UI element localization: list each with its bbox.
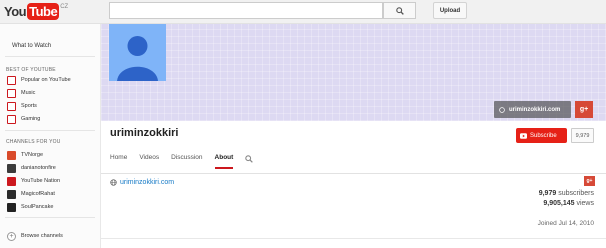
sidebar-divider: [5, 56, 95, 57]
tab-home[interactable]: Home: [110, 154, 127, 167]
globe-icon: [499, 106, 505, 113]
sidebar-channel-tvnorge[interactable]: TVNorge: [7, 150, 43, 160]
views-value: 9,905,145: [543, 200, 575, 207]
page: You Tube CZ Upload What to Watch BEST OF…: [0, 0, 606, 248]
tab-discussion[interactable]: Discussion: [171, 154, 202, 167]
youtube-logo[interactable]: You Tube CZ: [4, 3, 68, 20]
sidebar-item-label: Gaming: [21, 116, 41, 122]
views-label: views: [576, 200, 594, 207]
channel-avatar: [7, 189, 16, 199]
channel-avatar: [7, 176, 16, 186]
sidebar-item-gaming[interactable]: Gaming: [7, 114, 40, 124]
sidebar-divider: [5, 130, 95, 131]
channel-tabs: Home Videos Discussion About: [110, 154, 254, 169]
sidebar-item-popular[interactable]: Popular on YouTube: [7, 75, 71, 85]
channel-avatar: [7, 163, 16, 173]
channel-avatar: [7, 150, 16, 160]
channel-title[interactable]: uriminzokkiri: [110, 127, 178, 139]
sidebar-item-label: TVNorge: [21, 152, 44, 158]
subscriber-count-badge: 9,979: [571, 128, 594, 143]
subscribe-button[interactable]: Subscribe: [516, 128, 567, 143]
youtube-play-icon: [520, 132, 527, 139]
sidebar-item-label: danianotonfire: [21, 165, 56, 171]
sidebar-item-label: YouTube Nation: [21, 178, 61, 184]
logo-country-code: CZ: [60, 4, 69, 10]
search-input[interactable]: [109, 2, 383, 19]
subscribers-stat: 9,979 subscribers: [539, 190, 594, 197]
search-icon: [395, 6, 404, 15]
sidebar-item-label: Music: [21, 90, 36, 96]
channel-avatar[interactable]: [109, 24, 166, 81]
plus-circle-icon: +: [7, 231, 16, 241]
subscribers-label: subscribers: [558, 190, 594, 197]
sidebar-item-label: MagicofRahat: [21, 191, 55, 197]
sidebar-channel-soulpancake[interactable]: SoulPancake: [7, 202, 53, 212]
sidebar-item-label: Popular on YouTube: [21, 77, 71, 83]
logo-you-text: You: [4, 4, 27, 19]
sidebar-item-label: Browse channels: [21, 233, 63, 239]
tabs-divider: [101, 173, 606, 174]
channel-search-icon[interactable]: [245, 155, 254, 163]
default-user-icon: [117, 36, 158, 81]
subscribe-label: Subscribe: [530, 132, 557, 139]
browse-channels-link[interactable]: + Browse channels: [7, 231, 63, 241]
joined-date: Joined Jul 14, 2010: [537, 220, 594, 227]
sidebar-channel-youtube-nation[interactable]: YouTube Nation: [7, 176, 60, 186]
sidebar-channel-danianotonfire[interactable]: danianotonfire: [7, 163, 56, 173]
sidebar-item-what-to-watch[interactable]: What to Watch: [12, 43, 51, 49]
search-button[interactable]: [383, 2, 416, 19]
gaming-icon: [7, 114, 16, 124]
about-website-label: uriminzokkiri.com: [120, 179, 175, 186]
channels-for-you-heading: CHANNELS FOR YOU: [6, 139, 61, 145]
google-plus-about-button[interactable]: g+: [584, 176, 595, 186]
logo-tube-text: Tube: [27, 3, 60, 20]
sports-icon: [7, 101, 16, 111]
subscribers-value: 9,979: [538, 190, 557, 197]
sidebar-item-music[interactable]: Music: [7, 88, 35, 98]
views-stat: 9,905,145 views: [543, 200, 594, 207]
about-website-link[interactable]: uriminzokkiri.com: [110, 179, 174, 186]
sidebar-divider: [5, 217, 95, 218]
sidebar-channel-magicofrahat[interactable]: MagicofRahat: [7, 189, 55, 199]
banner-link-label: uriminzokkiri.com: [509, 106, 561, 113]
masthead: You Tube CZ Upload: [0, 0, 606, 24]
music-icon: [7, 88, 16, 98]
best-of-youtube-heading: BEST OF YOUTUBE: [6, 67, 56, 73]
tab-about[interactable]: About: [214, 154, 234, 169]
sidebar-item-label: SoulPancake: [21, 204, 54, 210]
sidebar: What to Watch BEST OF YOUTUBE Popular on…: [0, 24, 101, 248]
sidebar-item-sports[interactable]: Sports: [7, 101, 37, 111]
upload-button[interactable]: Upload: [433, 2, 467, 19]
popular-icon: [7, 75, 16, 85]
channel-avatar: [7, 202, 16, 212]
banner-website-link[interactable]: uriminzokkiri.com: [494, 101, 571, 118]
section-divider: [101, 238, 606, 239]
tab-videos[interactable]: Videos: [139, 154, 159, 167]
globe-icon: [110, 179, 117, 186]
sidebar-item-label: Sports: [21, 103, 37, 109]
google-plus-banner-button[interactable]: g+: [575, 101, 593, 118]
